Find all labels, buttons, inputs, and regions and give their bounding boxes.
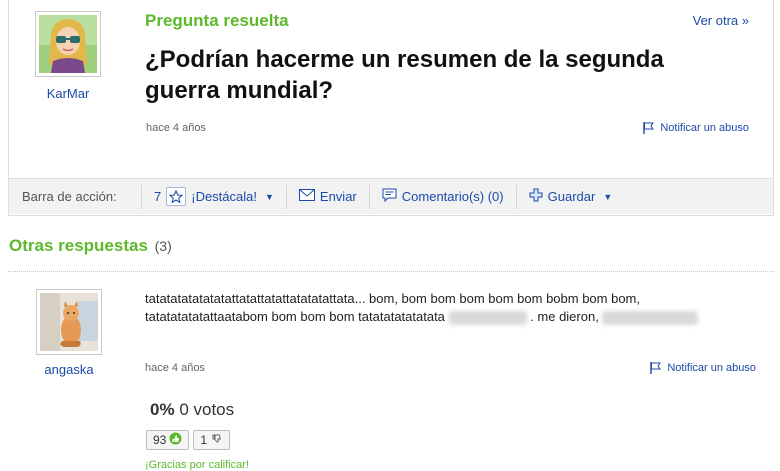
thumbs-up-count: 93 xyxy=(153,433,167,447)
question-timestamp: hace 4 años xyxy=(146,122,206,134)
avatar-image xyxy=(40,293,98,351)
thumbs-down-count: 1 xyxy=(200,433,208,447)
thumbs-down-button[interactable]: 1 xyxy=(193,430,231,450)
comment-icon xyxy=(382,188,397,205)
vote-summary: 0% 0 votos xyxy=(150,400,234,420)
save-button[interactable]: Guardar ▼ xyxy=(517,185,625,209)
report-label: Notificar un abuso xyxy=(667,362,756,374)
highlight-label: ¡Destácala! xyxy=(191,189,257,204)
comments-button[interactable]: Comentario(s) (0) xyxy=(370,184,517,209)
author-name[interactable]: KarMar xyxy=(28,86,108,101)
star-count: 7 xyxy=(154,189,162,204)
question-title: ¿Podrían hacerme un resumen de la segund… xyxy=(145,46,664,104)
answers-heading-label: Otras respuestas xyxy=(9,236,148,255)
chevron-down-icon: ▼ xyxy=(603,191,613,202)
avatar-image xyxy=(39,15,97,73)
divider xyxy=(8,271,774,272)
comments-label: Comentario(s) (0) xyxy=(401,189,504,204)
action-bar: Barra de acción: 7 ¡Destácala! ▼ Enviar … xyxy=(9,178,773,214)
chevron-down-icon: ▼ xyxy=(264,191,274,202)
vote-count: 0 votos xyxy=(179,400,235,419)
avatar[interactable] xyxy=(36,289,102,355)
answers-count: (3) xyxy=(154,238,172,254)
thumbs-up-icon xyxy=(169,432,182,448)
action-bar-label: Barra de acción: xyxy=(9,184,142,209)
save-label: Guardar xyxy=(547,189,596,204)
status-label: Pregunta resuelta xyxy=(145,11,289,30)
plus-icon xyxy=(529,188,543,205)
avatar[interactable] xyxy=(35,11,101,77)
answer-text-part2: . me dieron, xyxy=(530,309,599,324)
star-icon xyxy=(166,187,187,206)
send-button[interactable]: Enviar xyxy=(287,184,370,209)
highlight-button[interactable]: 7 ¡Destácala! ▼ xyxy=(142,184,287,209)
report-label: Notificar un abuso xyxy=(660,122,749,134)
answers-heading: Otras respuestas (3) xyxy=(9,236,172,256)
flag-icon xyxy=(650,362,662,374)
report-abuse-link[interactable]: Notificar un abuso xyxy=(650,362,756,374)
vote-buttons: 93 1 xyxy=(146,430,231,450)
envelope-icon xyxy=(298,189,315,204)
question-card: KarMar Pregunta resuelta Ver otra » ¿Pod… xyxy=(8,0,774,216)
thumbs-up-button[interactable]: 93 xyxy=(146,430,190,450)
thanks-message: ¡Gracias por calificar! xyxy=(145,459,249,471)
vote-percent: 0% xyxy=(150,400,175,419)
answer-text: tatatatatatatatattatattatattatatatattata… xyxy=(145,290,745,326)
send-label: Enviar xyxy=(319,189,357,204)
see-other-link[interactable]: Ver otra » xyxy=(693,13,749,28)
flag-icon xyxy=(643,122,655,134)
answer-timestamp: hace 4 años xyxy=(145,362,205,374)
redacted-text xyxy=(448,310,527,325)
redacted-text xyxy=(602,310,699,325)
report-abuse-link[interactable]: Notificar un abuso xyxy=(643,122,749,134)
answer-author-name[interactable]: angaska xyxy=(29,362,109,377)
thumbs-down-icon xyxy=(210,432,223,448)
